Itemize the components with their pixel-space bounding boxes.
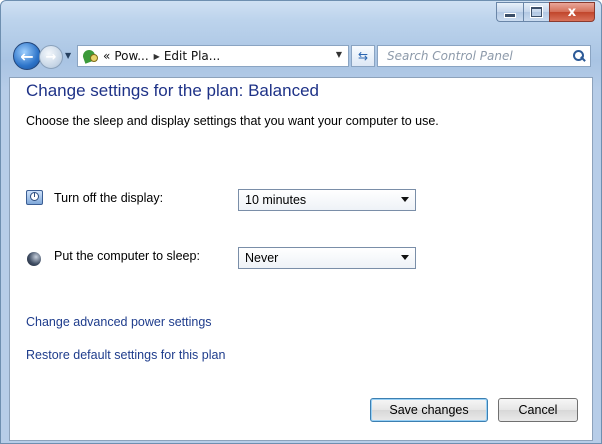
control-panel-window: x ← → ▼ « Pow... ▶ Edit Pla... ▼ ⇆ Searc… [0, 0, 602, 444]
back-arrow-icon: ← [20, 46, 34, 66]
maximize-button[interactable] [523, 2, 549, 22]
restore-defaults-link[interactable]: Restore default settings for this plan [26, 348, 225, 362]
page-title: Change settings for the plan: Balanced [26, 81, 319, 100]
close-icon: x [567, 4, 577, 20]
forward-button[interactable]: → [39, 45, 63, 69]
turn-off-display-select[interactable]: 10 minutes [238, 189, 416, 211]
refresh-button[interactable]: ⇆ [351, 45, 375, 67]
search-icon[interactable] [568, 46, 590, 66]
breadcrumb-overflow[interactable]: « [103, 49, 110, 63]
save-changes-button[interactable]: Save changes [370, 398, 488, 422]
maximize-icon [531, 7, 542, 17]
turn-off-display-label: Turn off the display: [54, 191, 164, 205]
sleep-value: Never [245, 251, 279, 265]
breadcrumb-edit-plan[interactable]: Edit Pla... [164, 49, 220, 63]
breadcrumb-separator-icon[interactable]: ▶ [154, 52, 160, 61]
advanced-power-settings-link[interactable]: Change advanced power settings [26, 315, 212, 329]
power-options-icon [81, 48, 99, 64]
sleep-select[interactable]: Never [238, 247, 416, 269]
moon-icon [27, 252, 41, 266]
close-button[interactable]: x [549, 2, 595, 22]
display-clock-icon [26, 190, 43, 205]
forward-arrow-icon: → [45, 49, 57, 65]
refresh-icon: ⇆ [357, 49, 369, 63]
sleep-label: Put the computer to sleep: [54, 249, 200, 263]
address-bar[interactable]: « Pow... ▶ Edit Pla... ▼ [77, 45, 349, 67]
cancel-button[interactable]: Cancel [498, 398, 578, 422]
search-box[interactable]: Search Control Panel [377, 45, 591, 67]
search-input[interactable]: Search Control Panel [387, 49, 568, 63]
navigation-bar: ← → ▼ « Pow... ▶ Edit Pla... ▼ ⇆ Search … [13, 42, 593, 72]
minimize-button[interactable] [496, 2, 523, 22]
chevron-down-icon [401, 255, 409, 260]
page-description: Choose the sleep and display settings th… [26, 114, 439, 128]
turn-off-display-value: 10 minutes [245, 193, 307, 207]
recent-pages-dropdown[interactable]: ▼ [65, 51, 71, 60]
chevron-down-icon [401, 197, 409, 202]
content-pane: Change settings for the plan: Balanced C… [9, 77, 593, 441]
address-dropdown-icon[interactable]: ▼ [336, 50, 342, 59]
breadcrumb-power-options[interactable]: Pow... [114, 49, 148, 63]
back-button[interactable]: ← [13, 42, 41, 70]
minimize-icon [504, 12, 516, 18]
caption-buttons: x [496, 2, 595, 22]
